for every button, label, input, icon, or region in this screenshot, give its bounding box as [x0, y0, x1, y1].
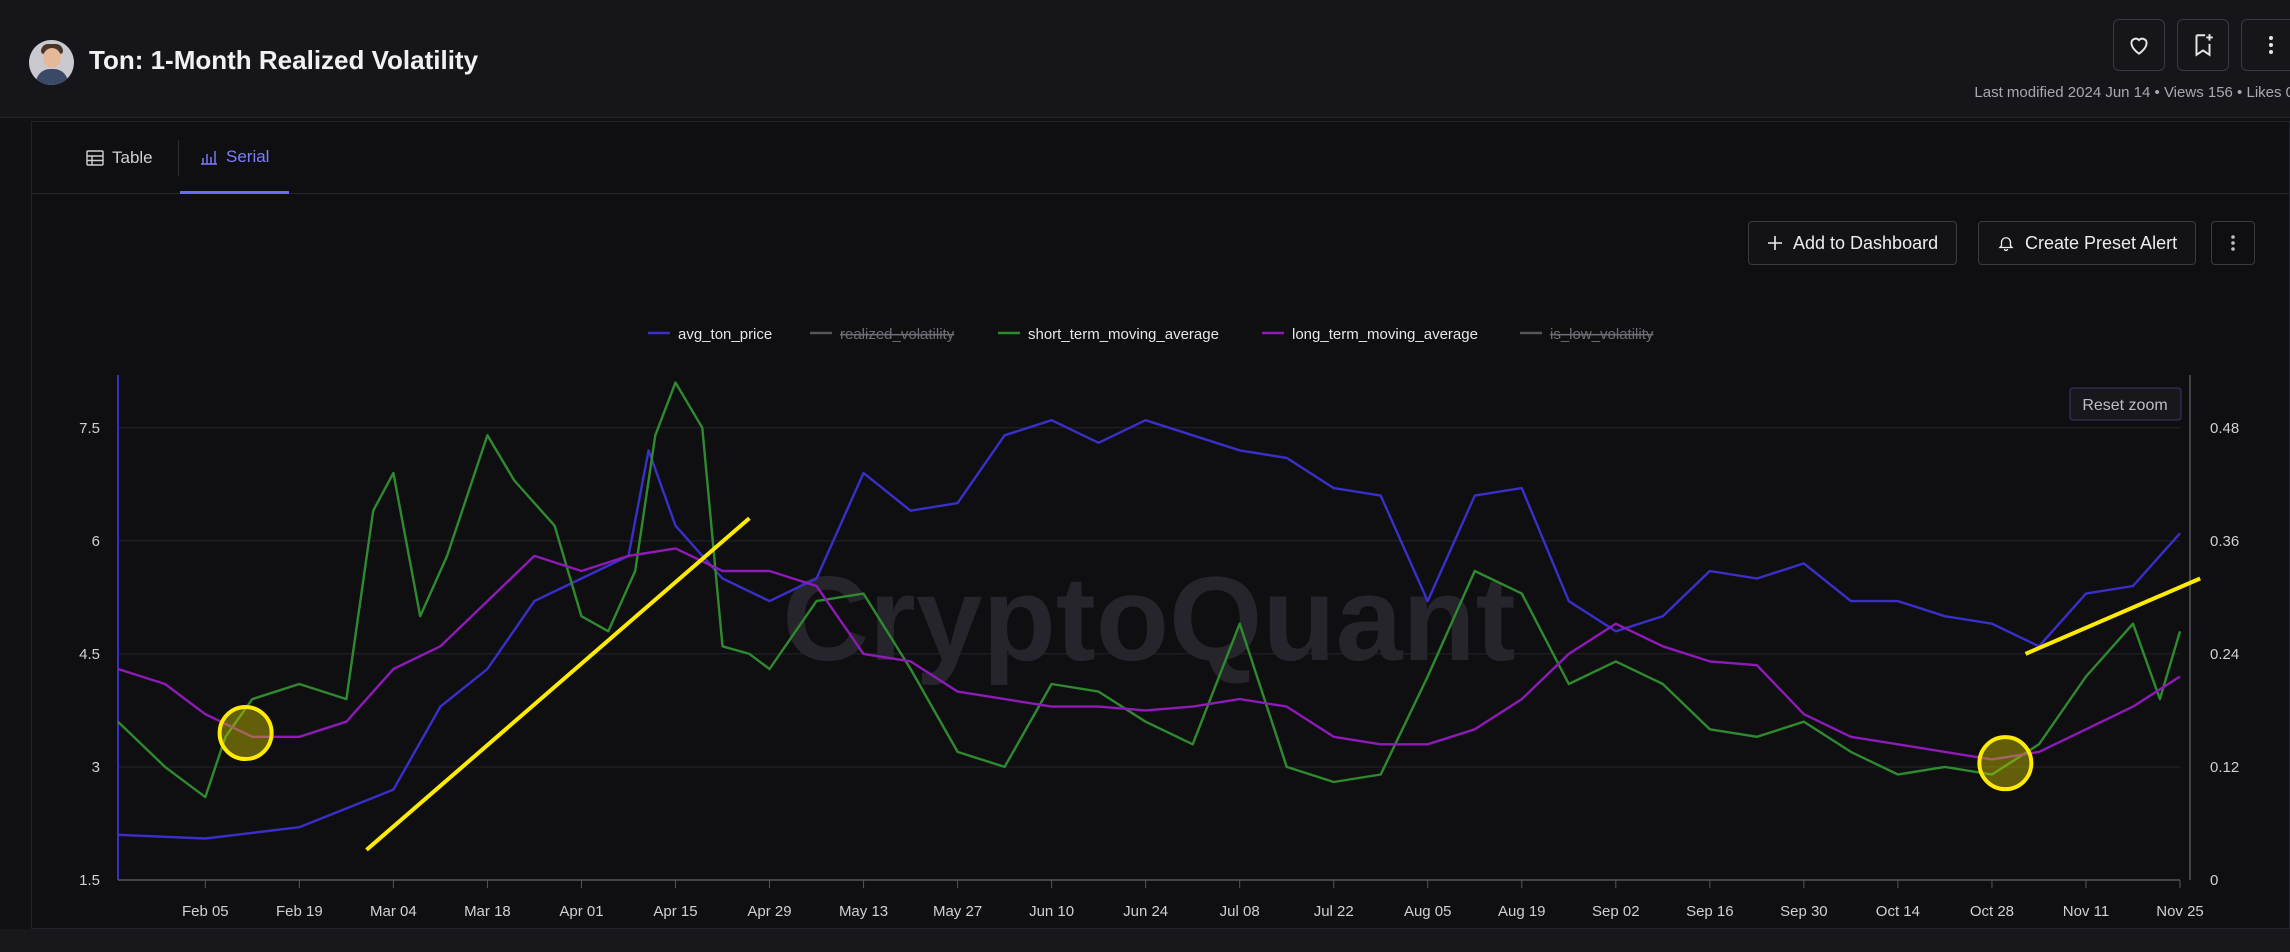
x-tick-label: Nov 11 [2063, 903, 2109, 920]
x-tick-label: Mar 18 [464, 903, 511, 920]
reset-zoom-button[interactable]: Reset zoom [2069, 387, 2182, 421]
y-right-tick-label: 0.24 [2210, 646, 2239, 663]
x-tick-label: Feb 05 [182, 903, 229, 920]
y-right-tick-label: 0.48 [2210, 420, 2239, 437]
x-tick-label: Aug 05 [1404, 903, 1452, 920]
x-tick-label: Oct 14 [1876, 903, 1920, 920]
x-tick-label: May 27 [933, 903, 982, 920]
x-tick-label: Jun 24 [1123, 903, 1168, 920]
x-tick-label: Sep 16 [1686, 903, 1734, 920]
y-right-tick-label: 0.12 [2210, 759, 2239, 776]
x-tick-label: Jul 22 [1314, 903, 1354, 920]
y-right-tick-label: 0 [2210, 872, 2218, 889]
x-tick-label: Jun 10 [1029, 903, 1074, 920]
legend-item: avg_ton_price [678, 326, 772, 343]
y-left-tick-label: 7.5 [79, 420, 100, 437]
x-tick-label: Apr 29 [747, 903, 791, 920]
legend-item: long_term_moving_average [1292, 326, 1478, 343]
x-tick-label: Sep 02 [1592, 903, 1640, 920]
y-left-tick-label: 3 [92, 759, 100, 776]
x-tick-label: Aug 19 [1498, 903, 1546, 920]
x-tick-label: Nov 25 [2156, 903, 2204, 920]
y-left-tick-label: 6 [92, 533, 100, 550]
volatility-chart: CryptoQuant 1.5 3 4.5 6 7.5 0 0.12 0.24 0.36 0.48 F… [79, 326, 2239, 920]
highlight-circle [1977, 735, 2034, 792]
trend-line [365, 516, 751, 852]
legend-item: is_low_volatility [1550, 326, 1654, 343]
y-right-tick-label: 0.36 [2210, 533, 2239, 550]
x-tick-label: Apr 01 [559, 903, 603, 920]
x-tick-label: Oct 28 [1970, 903, 2014, 920]
x-tick-label: Sep 30 [1780, 903, 1828, 920]
x-tick-label: Mar 04 [370, 903, 417, 920]
x-tick-label: Jul 08 [1220, 903, 1260, 920]
watermark: CryptoQuant [782, 552, 1515, 686]
y-left-tick-label: 1.5 [79, 872, 100, 889]
reset-zoom-label: Reset zoom [2082, 397, 2167, 414]
x-tick-label: Feb 19 [276, 903, 323, 920]
highlight-circle [217, 705, 274, 762]
legend-item: realized_volatility [840, 326, 955, 343]
legend-item: short_term_moving_average [1028, 326, 1219, 343]
y-left-tick-label: 4.5 [79, 646, 100, 663]
x-tick-label: Apr 15 [653, 903, 697, 920]
x-tick-label: May 13 [839, 903, 888, 920]
bottom-strip [0, 929, 2290, 952]
